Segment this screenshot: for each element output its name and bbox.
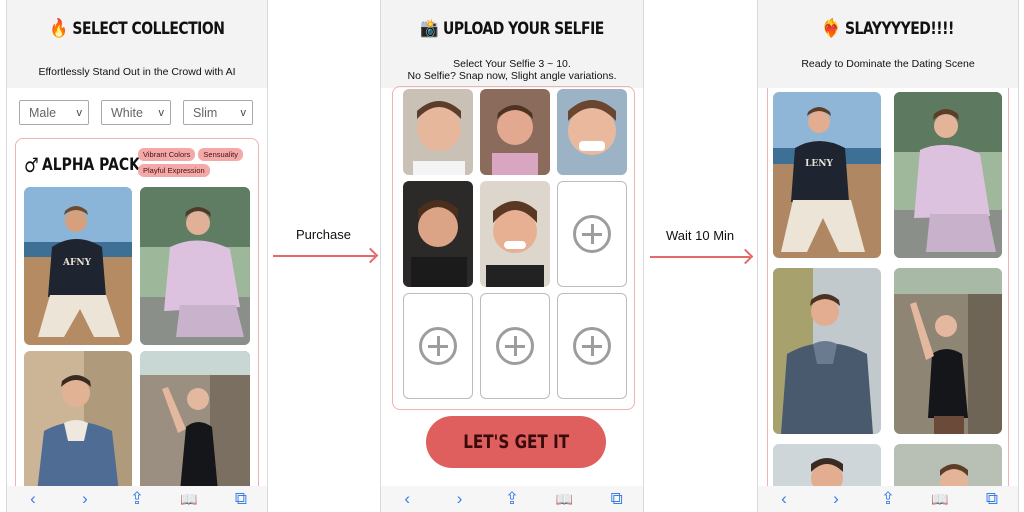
share-icon[interactable]: ⇪ bbox=[500, 489, 524, 509]
bookmarks-icon[interactable]: 📖 bbox=[177, 491, 201, 508]
upload-selfie-screen: 📸 UPLOAD YOUR SELFIE Select Your Selfie … bbox=[380, 0, 644, 512]
ethnicity-select[interactable]: White v bbox=[101, 100, 171, 125]
arrow-right-icon bbox=[650, 256, 750, 258]
selfie-thumbnail[interactable] bbox=[480, 181, 550, 287]
heart-on-fire-icon: ❤️‍🔥 bbox=[822, 18, 841, 39]
sample-photo-wall[interactable] bbox=[140, 351, 250, 501]
page-title-text: SLAYYYYED!!!! bbox=[844, 18, 954, 39]
filter-bar: Male v White v Slim v bbox=[19, 100, 253, 125]
tabs-icon[interactable]: ⧉ bbox=[605, 489, 629, 509]
browser-toolbar: ‹ › ⇪ 📖 ⧉ bbox=[758, 486, 1018, 512]
shirt-print: AFNY bbox=[62, 258, 92, 268]
add-selfie-slot[interactable] bbox=[557, 181, 627, 287]
add-selfie-slot[interactable] bbox=[557, 293, 627, 399]
ethnicity-select-value: White bbox=[111, 105, 143, 120]
bookmarks-icon[interactable]: 📖 bbox=[928, 491, 952, 508]
selfie-thumbnail[interactable] bbox=[403, 181, 473, 287]
sample-photo-denim[interactable] bbox=[24, 351, 132, 501]
camera-icon: 📸 bbox=[420, 18, 439, 39]
generated-photo-beach[interactable]: LENY bbox=[773, 92, 881, 258]
chevron-down-icon: v bbox=[76, 106, 83, 119]
chevron-down-icon: v bbox=[240, 106, 247, 119]
purchase-label: Purchase bbox=[296, 227, 351, 242]
browser-toolbar: ‹ › ⇪ 📖 ⧉ bbox=[381, 486, 643, 512]
tag: Playful Expression bbox=[138, 164, 210, 177]
plus-circle-icon bbox=[573, 215, 611, 253]
plus-circle-icon bbox=[496, 327, 534, 365]
page-title-text: UPLOAD YOUR SELFIE bbox=[443, 18, 604, 39]
generated-photo-bench[interactable] bbox=[894, 92, 1002, 258]
lets-get-it-button[interactable]: LET'S GET IT bbox=[426, 416, 606, 468]
shirt-print: LENY bbox=[805, 159, 833, 169]
browser-toolbar: ‹ › ⇪ 📖 ⧉ bbox=[7, 486, 267, 512]
gender-select-value: Male bbox=[29, 105, 57, 120]
fire-icon: 🔥 bbox=[49, 18, 68, 39]
header: 🔥 SELECT COLLECTION Effortlessly Stand O… bbox=[7, 0, 267, 88]
page-title: 📸 UPLOAD YOUR SELFIE bbox=[405, 18, 620, 39]
generated-photo-denim[interactable] bbox=[773, 268, 881, 434]
page-title-text: SELECT COLLECTION bbox=[72, 18, 225, 39]
tabs-icon[interactable]: ⧉ bbox=[980, 489, 1004, 509]
alpha-pack-card[interactable]: ♂ ALPHA PACK Vibrant Colors Sensuality P… bbox=[15, 138, 259, 501]
forward-icon[interactable]: › bbox=[73, 489, 97, 509]
wait-label: Wait 10 Min bbox=[666, 228, 735, 243]
selfie-upload-grid bbox=[392, 86, 635, 410]
chevron-down-icon: v bbox=[158, 106, 165, 119]
generated-photos-grid: LENY bbox=[767, 88, 1009, 498]
share-icon[interactable]: ⇪ bbox=[125, 489, 149, 509]
bookmarks-icon[interactable]: 📖 bbox=[552, 491, 576, 508]
tabs-icon[interactable]: ⧉ bbox=[229, 489, 253, 509]
plus-circle-icon bbox=[419, 327, 457, 365]
selfie-thumbnail[interactable] bbox=[557, 89, 627, 175]
gender-select[interactable]: Male v bbox=[19, 100, 89, 125]
page-subtitle: Ready to Dominate the Dating Scene bbox=[801, 58, 975, 70]
pack-title: ♂ ALPHA PACK bbox=[24, 153, 140, 177]
header: 📸 UPLOAD YOUR SELFIE Select Your Selfie … bbox=[381, 0, 643, 88]
page-subtitle-line1: Select Your Selfie 3 ~ 10. bbox=[453, 58, 571, 70]
comparison-stage: 🔥 SELECT COLLECTION Effortlessly Stand O… bbox=[0, 0, 1024, 512]
male-symbol-icon: ♂ bbox=[24, 153, 39, 177]
tag: Sensuality bbox=[198, 148, 243, 161]
add-selfie-slot[interactable] bbox=[480, 293, 550, 399]
arrow-right-icon bbox=[273, 255, 375, 257]
select-collection-screen: 🔥 SELECT COLLECTION Effortlessly Stand O… bbox=[6, 0, 268, 512]
forward-icon[interactable]: › bbox=[824, 489, 848, 509]
page-subtitle: Effortlessly Stand Out in the Crowd with… bbox=[38, 66, 236, 78]
back-icon[interactable]: ‹ bbox=[21, 489, 45, 509]
body-type-select[interactable]: Slim v bbox=[183, 100, 253, 125]
back-icon[interactable]: ‹ bbox=[772, 489, 796, 509]
forward-icon[interactable]: › bbox=[448, 489, 472, 509]
sample-photo-beach[interactable]: AFNY bbox=[24, 187, 132, 345]
page-subtitle-line2: No Selfie? Snap now, Slight angle variat… bbox=[407, 70, 617, 82]
page-title: 🔥 SELECT COLLECTION bbox=[30, 18, 243, 39]
plus-circle-icon bbox=[573, 327, 611, 365]
back-icon[interactable]: ‹ bbox=[395, 489, 419, 509]
tag: Vibrant Colors bbox=[138, 148, 196, 161]
pack-tags: Vibrant Colors Sensuality Playful Expres… bbox=[138, 148, 256, 177]
body-type-select-value: Slim bbox=[193, 105, 218, 120]
share-icon[interactable]: ⇪ bbox=[876, 489, 900, 509]
results-screen: ❤️‍🔥 SLAYYYYED!!!! Ready to Dominate the… bbox=[757, 0, 1019, 512]
selfie-thumbnail[interactable] bbox=[403, 89, 473, 175]
lets-get-it-label: LET'S GET IT bbox=[463, 431, 569, 453]
pack-name: ALPHA PACK bbox=[41, 155, 140, 175]
generated-photo-wall[interactable] bbox=[894, 268, 1002, 434]
add-selfie-slot[interactable] bbox=[403, 293, 473, 399]
sample-photo-bench[interactable] bbox=[140, 187, 250, 345]
page-title: ❤️‍🔥 SLAYYYYED!!!! bbox=[781, 18, 994, 39]
selfie-thumbnail[interactable] bbox=[480, 89, 550, 175]
header: ❤️‍🔥 SLAYYYYED!!!! Ready to Dominate the… bbox=[758, 0, 1018, 88]
